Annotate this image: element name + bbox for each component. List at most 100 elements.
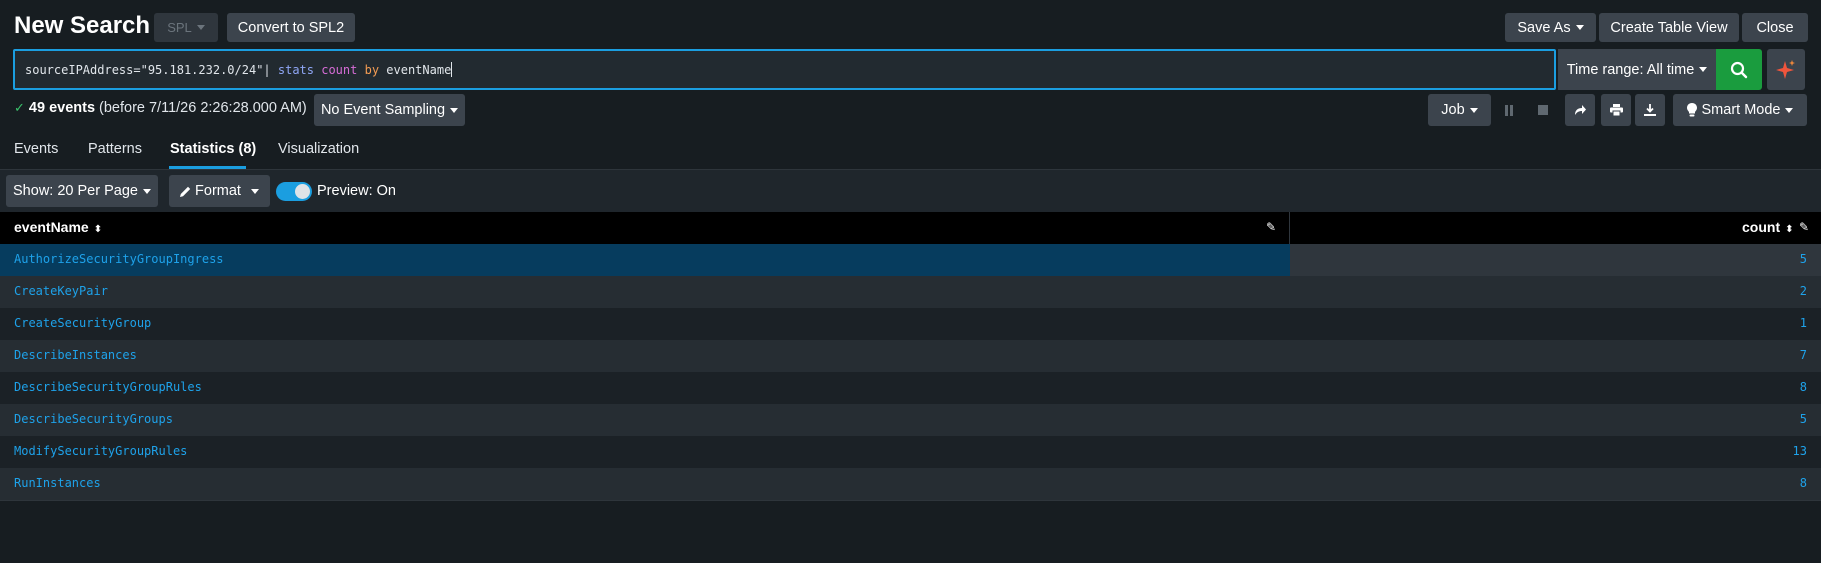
query-function: count: [321, 62, 358, 77]
table-row: DescribeInstances 7: [0, 340, 1821, 372]
export-button[interactable]: [1635, 94, 1665, 126]
row-cell-count: 5: [1290, 404, 1821, 436]
count-value[interactable]: 1: [1800, 316, 1807, 330]
row-cell-eventname: ModifySecurityGroupRules: [0, 436, 1290, 468]
job-label: Job: [1441, 102, 1465, 118]
chevron-down-icon: [1575, 25, 1584, 30]
chevron-down-icon: [450, 107, 459, 113]
event-name-link[interactable]: RunInstances: [14, 476, 101, 490]
row-cell-eventname: CreateKeyPair: [0, 276, 1290, 308]
event-time-bound: (before 7/11/26 2:26:28.000 AM): [99, 100, 307, 116]
count-value[interactable]: 8: [1800, 380, 1807, 394]
ai-assistant-button[interactable]: [1767, 49, 1805, 90]
table-row: DescribeSecurityGroupRules 8: [0, 372, 1821, 404]
event-name-link[interactable]: AuthorizeSecurityGroupIngress: [14, 252, 224, 266]
tab-visualization[interactable]: Visualization: [278, 141, 359, 157]
save-as-button[interactable]: Save As: [1505, 13, 1596, 42]
edit-column-pencil-icon[interactable]: ✎: [1799, 220, 1809, 234]
sort-icon: ⬍: [1785, 224, 1794, 235]
text-cursor: [451, 62, 453, 77]
chevron-down-icon: [142, 188, 151, 194]
sort-icon: ⬍: [93, 224, 103, 235]
close-button[interactable]: Close: [1742, 13, 1808, 42]
toggle-knob: [295, 184, 310, 199]
event-name-link[interactable]: CreateSecurityGroup: [14, 316, 151, 330]
column-divider[interactable]: [1289, 212, 1290, 244]
table-row: CreateSecurityGroup 1: [0, 308, 1821, 340]
sampling-label: No Event Sampling: [320, 102, 446, 118]
table-bottom-border: [0, 500, 1821, 501]
search-input[interactable]: sourceIPAddress="95.181.232.0/24"| stats…: [13, 49, 1556, 90]
preview-toggle[interactable]: [276, 182, 312, 201]
event-name-link[interactable]: CreateKeyPair: [14, 284, 108, 298]
event-name-link[interactable]: DescribeInstances: [14, 348, 137, 362]
chevron-down-icon: [1785, 107, 1794, 113]
count-value[interactable]: 7: [1800, 348, 1807, 362]
spl-label: SPL: [167, 20, 192, 35]
search-icon: [1730, 61, 1748, 78]
table-row: AuthorizeSecurityGroupIngress 5: [0, 244, 1821, 276]
search-button[interactable]: [1716, 49, 1762, 90]
row-cell-eventname: AuthorizeSecurityGroupIngress: [0, 244, 1290, 276]
count-value[interactable]: 13: [1793, 444, 1807, 458]
lightbulb-icon: [1686, 103, 1697, 117]
count-value[interactable]: 2: [1800, 284, 1807, 298]
chevron-down-icon: [196, 25, 205, 30]
table-row: RunInstances 8: [0, 468, 1821, 500]
count-value[interactable]: 5: [1800, 252, 1807, 266]
row-cell-count: 8: [1290, 372, 1821, 404]
stop-icon: [1538, 105, 1548, 115]
query-text: sourceIPAddress="95.181.232.0/24"|: [25, 62, 278, 77]
query-by-keyword: by: [364, 62, 380, 77]
row-cell-count: 8: [1290, 468, 1821, 500]
column-header-eventname[interactable]: eventName ⬍: [14, 219, 102, 235]
table-row: DescribeSecurityGroups 5: [0, 404, 1821, 436]
count-value[interactable]: 8: [1800, 476, 1807, 490]
download-icon: [1644, 104, 1656, 116]
pause-job-button[interactable]: [1497, 99, 1521, 121]
edit-column-pencil-icon[interactable]: ✎: [1266, 220, 1276, 234]
page-title: New Search: [14, 12, 151, 39]
results-controls-bar: [0, 170, 1821, 212]
search-mode-dropdown[interactable]: Smart Mode: [1673, 94, 1807, 126]
print-icon: [1609, 104, 1623, 116]
query-command: stats: [277, 62, 314, 77]
tab-events[interactable]: Events: [14, 141, 58, 157]
count-value[interactable]: 5: [1800, 412, 1807, 426]
smart-mode-label: Smart Mode: [1701, 102, 1781, 118]
tab-statistics[interactable]: Statistics (8): [170, 141, 256, 157]
row-cell-count: 2: [1290, 276, 1821, 308]
chevron-down-icon: [1699, 67, 1708, 72]
stop-job-button[interactable]: [1531, 99, 1555, 121]
convert-to-spl2-button[interactable]: Convert to SPL2: [227, 13, 355, 42]
print-button[interactable]: [1601, 94, 1631, 126]
per-page-dropdown[interactable]: Show: 20 Per Page: [6, 175, 158, 207]
per-page-label: Show: 20 Per Page: [13, 183, 138, 199]
pause-icon: [1505, 104, 1513, 116]
column-header-count[interactable]: count ⬍: [1742, 219, 1794, 235]
create-table-view-button[interactable]: Create Table View: [1599, 13, 1739, 42]
tab-patterns[interactable]: Patterns: [88, 141, 142, 157]
save-as-label: Save As: [1517, 19, 1571, 36]
row-cell-eventname: RunInstances: [0, 468, 1290, 500]
event-count: 49 events: [28, 100, 96, 116]
table-row: CreateKeyPair 2: [0, 276, 1821, 308]
event-sampling-dropdown[interactable]: No Event Sampling: [314, 94, 465, 126]
event-name-link[interactable]: DescribeSecurityGroups: [14, 412, 173, 426]
time-range-picker[interactable]: Time range: All time: [1558, 49, 1716, 90]
time-range-label: Time range: All time: [1566, 61, 1695, 78]
column-header-label: count: [1742, 219, 1781, 235]
row-cell-eventname: DescribeSecurityGroupRules: [0, 372, 1290, 404]
format-dropdown[interactable]: Format: [169, 175, 270, 207]
event-name-link[interactable]: ModifySecurityGroupRules: [14, 444, 187, 458]
share-job-button[interactable]: [1565, 94, 1595, 126]
table-row: ModifySecurityGroupRules 13: [0, 436, 1821, 468]
event-name-link[interactable]: DescribeSecurityGroupRules: [14, 380, 202, 394]
row-cell-eventname: CreateSecurityGroup: [0, 308, 1290, 340]
event-count-status: ✓ 49 events (before 7/11/26 2:26:28.000 …: [14, 100, 307, 116]
job-menu-button[interactable]: Job: [1428, 94, 1491, 126]
query-field: eventName: [379, 62, 452, 77]
table-header: [0, 212, 1821, 244]
spl-dropdown-button[interactable]: SPL: [154, 13, 218, 42]
format-label: Format: [195, 183, 241, 199]
